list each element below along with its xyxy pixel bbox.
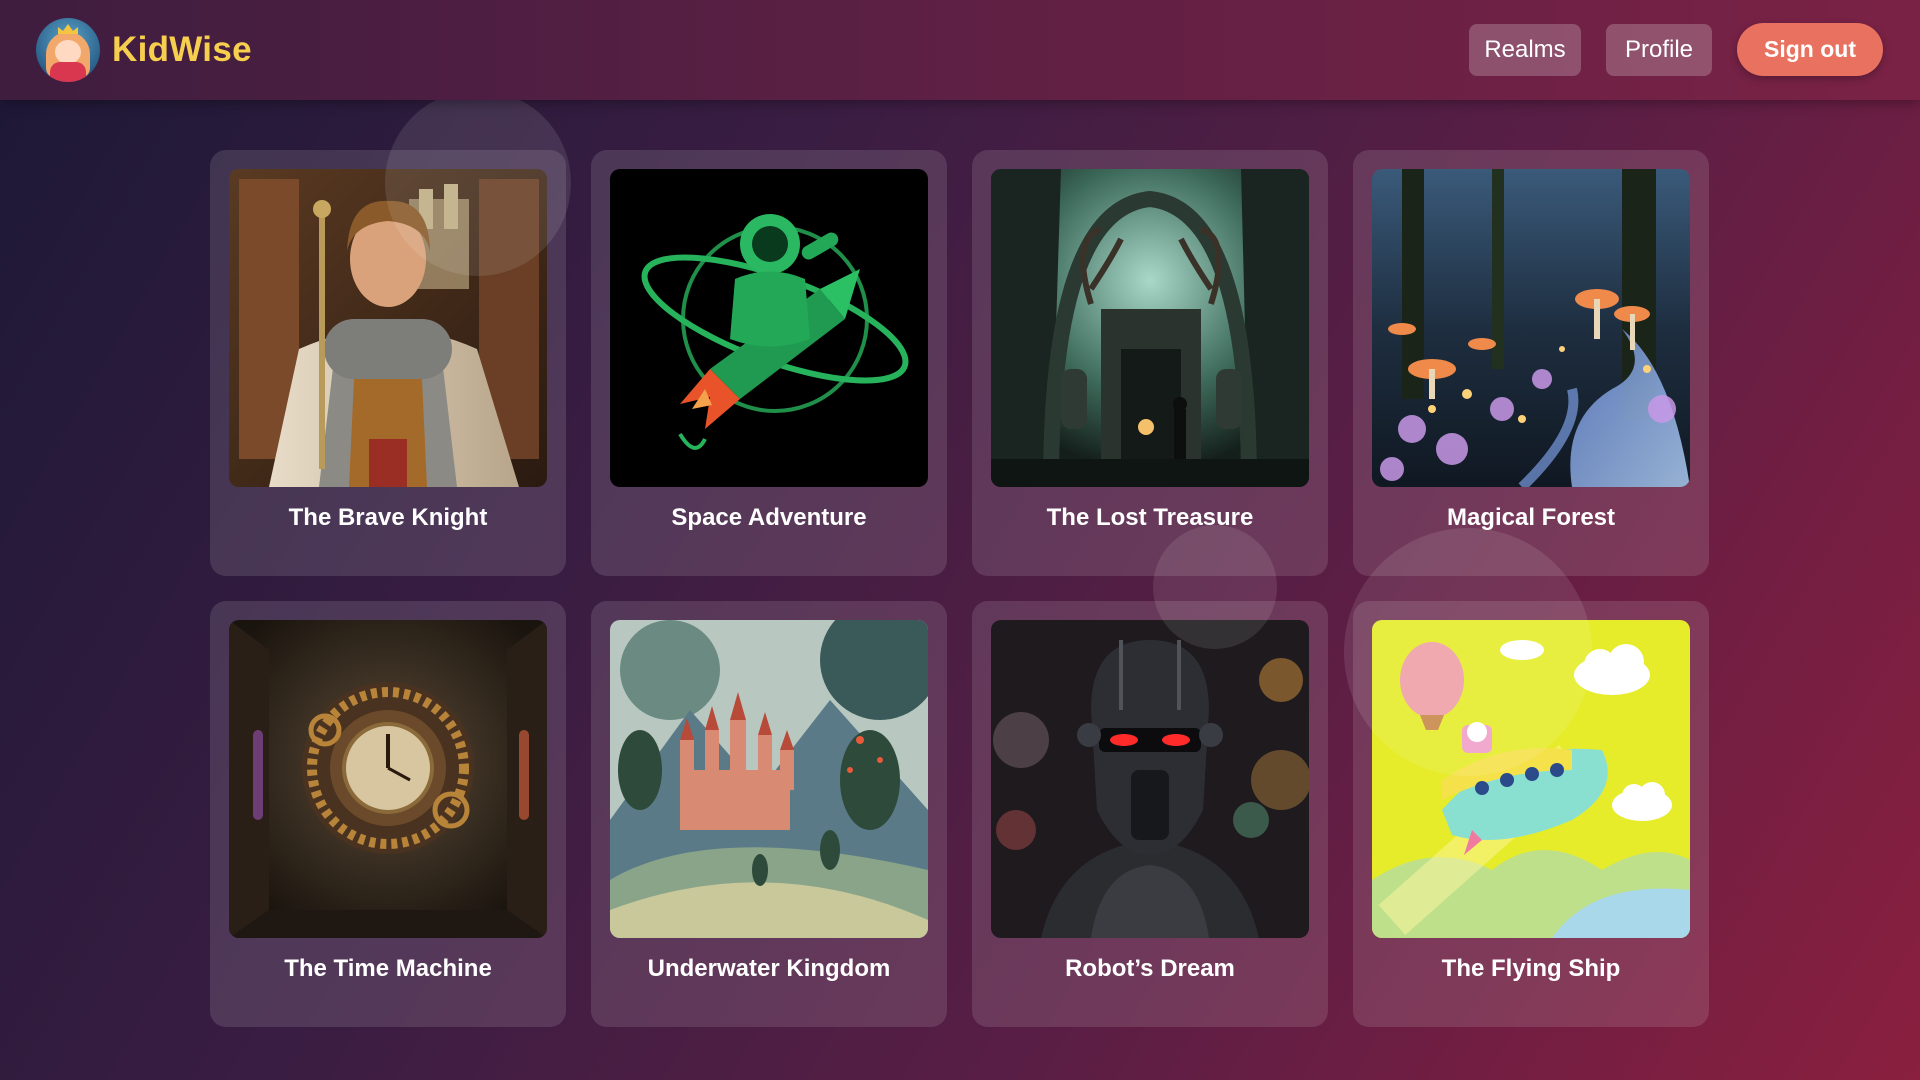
astronaut-rocket-image xyxy=(610,169,928,487)
story-title: The Flying Ship xyxy=(1441,955,1621,982)
story-title: The Brave Knight xyxy=(288,504,488,531)
story-card[interactable]: The Flying Ship xyxy=(1353,601,1709,1027)
story-card[interactable]: Space Adventure xyxy=(591,150,947,576)
story-grid: The Brave Knight Space Adventure The Los… xyxy=(210,150,1710,1027)
top-header: KidWise Realms Profile Sign out xyxy=(0,0,1920,100)
profile-button[interactable]: Profile xyxy=(1606,24,1712,76)
sign-out-button[interactable]: Sign out xyxy=(1737,23,1883,76)
story-title: Magical Forest xyxy=(1446,504,1616,531)
story-title: Space Adventure xyxy=(671,504,867,531)
glowing-mushroom-forest-image xyxy=(1372,169,1690,487)
story-card[interactable]: The Time Machine xyxy=(210,601,566,1027)
story-title: Underwater Kingdom xyxy=(647,955,891,982)
knight-portrait-image xyxy=(229,169,547,487)
princess-avatar-icon xyxy=(36,18,100,82)
brand-logo[interactable]: KidWise xyxy=(36,18,252,82)
story-card[interactable]: The Lost Treasure xyxy=(972,150,1328,576)
story-card[interactable]: Underwater Kingdom xyxy=(591,601,947,1027)
realms-button[interactable]: Realms xyxy=(1469,24,1581,76)
castle-landscape-image xyxy=(610,620,928,938)
story-card[interactable]: The Brave Knight xyxy=(210,150,566,576)
story-title: Robot’s Dream xyxy=(1065,955,1235,982)
flying-ship-cartoon-image xyxy=(1372,620,1690,938)
forest-temple-image xyxy=(991,169,1309,487)
story-title: The Lost Treasure xyxy=(1046,504,1254,531)
story-title: The Time Machine xyxy=(284,955,492,982)
story-card[interactable]: Magical Forest xyxy=(1353,150,1709,576)
story-card[interactable]: Robot’s Dream xyxy=(972,601,1328,1027)
clock-room-image xyxy=(229,620,547,938)
brand-name: KidWise xyxy=(112,30,252,69)
robot-portrait-image xyxy=(991,620,1309,938)
